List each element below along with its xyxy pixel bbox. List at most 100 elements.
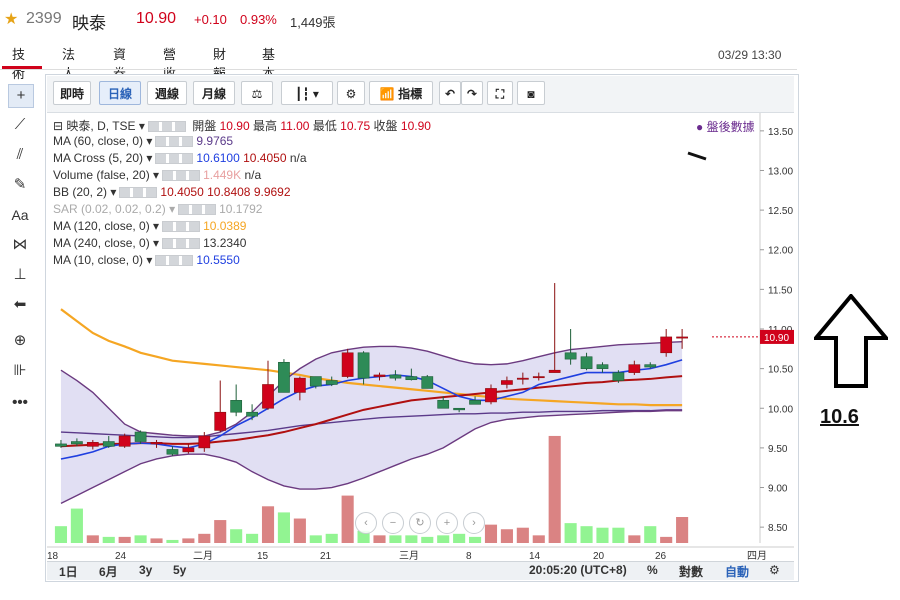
text-tool-icon[interactable]: Aa [8,204,32,226]
candle-body[interactable] [293,377,306,393]
trade-volume: 1,449張 [290,15,336,30]
crosshair-icon[interactable]: + [8,84,34,108]
percent-scale-button[interactable]: % [647,563,658,577]
collapse-icon[interactable]: ⊟ [53,119,63,133]
range-3y-button[interactable]: 3y [139,563,152,577]
candle-body[interactable] [262,384,274,409]
interval-realtime-button[interactable]: 即時 [53,81,91,105]
ma240-controls-icon[interactable] [162,238,201,250]
auto-scale-button[interactable]: 自動 [725,563,749,580]
candle-body[interactable] [453,407,466,411]
candle-body[interactable] [644,364,657,368]
candle-body[interactable] [198,435,211,449]
candle-body[interactable] [596,364,609,369]
candle-body[interactable] [278,361,290,393]
legend-ma240: MA (240, close, 0) ▾ 13.2340 [53,236,247,250]
candle-body[interactable] [421,376,434,389]
x-tick-label: 18 [47,551,59,561]
candle-body[interactable] [564,352,577,360]
pattern-icon[interactable]: ⋈ [8,234,32,256]
candle-body[interactable] [102,441,115,447]
measure-icon[interactable]: ⊥ [8,264,32,286]
ma120-value: 10.0389 [203,219,247,233]
after-hours-link[interactable]: ● 盤後數據 [696,118,755,135]
star-icon[interactable]: ★ [4,9,18,29]
brush-icon[interactable]: ✎ [8,174,32,196]
candle-body[interactable] [532,376,545,379]
settings-gear-icon[interactable]: ⚙ [337,81,365,105]
candle-body[interactable] [612,372,625,381]
redo-icon[interactable]: ↷ [461,81,483,105]
candle-body[interactable] [628,364,641,373]
interval-weekly-button[interactable]: 週線 [147,81,187,105]
volume-controls-icon[interactable] [162,170,201,182]
candle-body[interactable] [55,443,67,447]
candle-body[interactable] [86,442,99,447]
candle-body[interactable] [71,441,83,445]
range-6m-button[interactable]: 6月 [99,563,118,580]
candle-body[interactable] [437,400,450,409]
indicators-button[interactable]: 📶 指標 [369,81,433,105]
volume-bar [102,536,115,543]
candle-body[interactable] [469,400,481,405]
legend-controls-icon[interactable] [147,121,186,133]
reset-icon[interactable]: ↻ [409,512,431,534]
candle-body[interactable] [214,411,227,431]
volume-bar [516,527,529,543]
zoom-out-icon[interactable]: − [382,512,404,534]
trendline-icon[interactable]: ⟋ [8,114,32,136]
interval-daily-button[interactable]: 日線 [99,81,141,105]
candle-body[interactable] [230,400,243,413]
candle-body[interactable] [134,431,147,442]
sar-controls-icon[interactable] [178,204,217,216]
bb-label: BB (20, 2) [53,185,108,199]
candle-body[interactable] [166,449,179,455]
ma60-controls-icon[interactable] [155,136,194,148]
ma10-controls-icon[interactable] [155,255,194,267]
candle-body[interactable] [118,435,131,447]
candle-body[interactable] [150,442,163,445]
scroll-left-icon[interactable]: ‹ [355,512,377,534]
drawing-toolbar: + ⟋ ⫽ ✎ Aa ⋈ ⊥ ⬅ ⊕ ⊪ ••• [0,78,44,418]
indicators-label: 指標 [398,87,423,101]
arrow-left-icon[interactable]: ⬅ [8,294,32,316]
candle-body[interactable] [676,336,688,339]
scale-settings-gear-icon[interactable]: ⚙ [769,563,780,577]
candle-body[interactable] [516,377,529,380]
log-scale-button[interactable]: 對數 [679,563,703,580]
fullscreen-icon[interactable]: ⛶ [487,81,513,105]
candle-body[interactable] [485,388,497,403]
chart-type-candle-icon[interactable]: ┃┇ ▾ [281,81,333,105]
candle-body[interactable] [357,352,370,379]
candle-body[interactable] [182,447,195,453]
ruler-icon[interactable]: ⊪ [8,360,32,382]
volume-bar [309,535,322,543]
interval-monthly-button[interactable]: 月線 [193,81,235,105]
bb-controls-icon[interactable] [119,187,158,199]
zoom-in-icon[interactable]: + [436,512,458,534]
scroll-right-icon[interactable]: › [463,512,485,534]
tab-technical[interactable]: 技術 [12,44,25,82]
candle-body[interactable] [501,380,513,385]
candle-body[interactable] [325,380,338,385]
undo-icon[interactable]: ↶ [439,81,461,105]
candle-body[interactable] [405,376,418,381]
more-icon[interactable]: ••• [8,392,32,414]
low-label: 最低 [312,119,337,133]
candle-body[interactable] [548,369,561,373]
candle-body[interactable] [373,374,386,377]
candle-body[interactable] [246,411,258,417]
candle-body[interactable] [660,336,673,354]
range-1d-button[interactable]: 1日 [59,563,78,580]
ma120-controls-icon[interactable] [162,221,201,233]
fibonacci-icon[interactable]: ⫽ [8,144,32,166]
compare-scale-icon[interactable]: ⚖ [241,81,273,105]
candle-body[interactable] [389,374,402,379]
zoom-icon[interactable]: ⊕ [8,330,32,352]
candle-body[interactable] [341,352,354,377]
range-5y-button[interactable]: 5y [173,563,186,577]
candle-body[interactable] [580,356,593,369]
screenshot-camera-icon[interactable]: ◙ [517,81,545,105]
candle-body[interactable] [309,376,322,387]
macross-controls-icon[interactable] [155,153,194,165]
